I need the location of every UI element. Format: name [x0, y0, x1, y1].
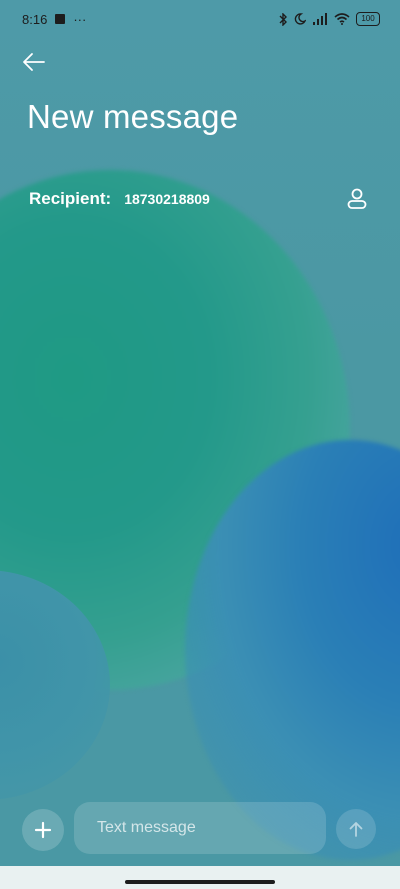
status-bar: 8:16 ··· 100 [0, 0, 400, 38]
recipient-label: Recipient: [29, 189, 112, 208]
bluetooth-icon [279, 12, 287, 26]
recipient-row[interactable]: Recipient: 18730218809 [29, 182, 379, 216]
send-button[interactable] [336, 809, 376, 849]
page-title: New message [27, 98, 239, 135]
navigation-bar [0, 866, 400, 889]
message-input-placeholder: Text message [97, 819, 196, 836]
signal-icon [313, 13, 327, 25]
moon-icon [294, 13, 306, 25]
plus-icon [34, 821, 52, 839]
message-input[interactable]: Text message [74, 802, 326, 854]
send-arrow-up-icon [349, 822, 363, 837]
message-composer: Text message [0, 800, 400, 858]
contact-picker-icon[interactable] [343, 185, 371, 213]
status-left: 8:16 ··· [22, 12, 86, 27]
app-square-icon [55, 14, 66, 24]
wifi-icon [334, 13, 350, 25]
recipient-number[interactable]: 18730218809 [124, 191, 210, 207]
status-time: 8:16 [22, 11, 48, 27]
home-indicator[interactable] [125, 880, 275, 884]
add-attachment-button[interactable] [22, 809, 64, 851]
back-arrow-icon[interactable] [20, 48, 48, 76]
status-right: 100 [278, 12, 380, 26]
battery-icon: 100 [356, 12, 380, 26]
more-notifications-icon: ··· [73, 11, 87, 27]
